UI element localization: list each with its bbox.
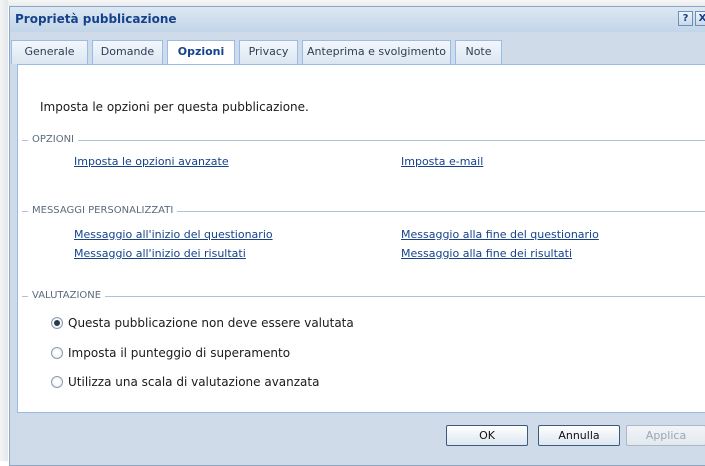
tab-note[interactable]: Note (455, 40, 502, 64)
properties-dialog: Proprietà pubblicazione ? X Generale Dom… (9, 6, 705, 466)
intro-text: Imposta le opzioni per questa pubblicazi… (40, 100, 309, 114)
tab-strip: Generale Domande Opzioni Privacy Antepri… (10, 40, 705, 65)
section-opzioni-header: OPZIONI (28, 133, 79, 147)
tab-opzioni[interactable]: Opzioni (167, 40, 235, 65)
radio-label[interactable]: Utilizza una scala di valutazione avanza… (68, 375, 319, 389)
start-questionnaire-message-link[interactable]: Messaggio all'inizio del questionario (74, 228, 273, 241)
radio-unselected-icon[interactable] (51, 376, 63, 388)
help-icon[interactable]: ? (678, 11, 693, 26)
background-left (0, 0, 8, 461)
radio-selected-icon[interactable] (51, 317, 63, 329)
tab-domande[interactable]: Domande (92, 40, 163, 64)
apply-button: Applica (626, 425, 705, 446)
dialog-titlebar[interactable]: Proprietà pubblicazione ? X (10, 7, 705, 32)
close-icon[interactable]: X (695, 11, 705, 26)
radio-label[interactable]: Imposta il punteggio di superamento (68, 346, 290, 360)
ok-button[interactable]: OK (446, 425, 528, 446)
radio-label[interactable]: Questa pubblicazione non deve essere val… (68, 316, 354, 330)
options-panel: Imposta le opzioni per questa pubblicazi… (17, 64, 705, 413)
end-questionnaire-message-link[interactable]: Messaggio alla fine del questionario (401, 228, 599, 241)
section-messaggi: MESSAGGI PERSONALIZZATI (22, 204, 705, 218)
section-divider (22, 296, 705, 297)
start-results-message-link[interactable]: Messaggio all'inizio dei risultati (74, 247, 246, 260)
radio-unselected-icon[interactable] (51, 347, 63, 359)
section-opzioni: OPZIONI (22, 133, 705, 147)
email-settings-link[interactable]: Imposta e-mail (401, 155, 483, 168)
dialog-title: Proprietà pubblicazione (15, 12, 177, 26)
advanced-options-link[interactable]: Imposta le opzioni avanzate (74, 155, 229, 168)
tab-anteprima[interactable]: Anteprima e svolgimento (302, 40, 451, 64)
section-messaggi-header: MESSAGGI PERSONALIZZATI (28, 204, 178, 218)
tab-privacy[interactable]: Privacy (239, 40, 298, 64)
end-results-message-link[interactable]: Messaggio alla fine dei risultati (401, 247, 572, 260)
section-valutazione: VALUTAZIONE (22, 289, 705, 303)
section-valutazione-header: VALUTAZIONE (28, 289, 106, 303)
tab-generale[interactable]: Generale (11, 40, 88, 64)
cancel-button[interactable]: Annulla (538, 425, 620, 446)
section-divider (22, 140, 705, 141)
